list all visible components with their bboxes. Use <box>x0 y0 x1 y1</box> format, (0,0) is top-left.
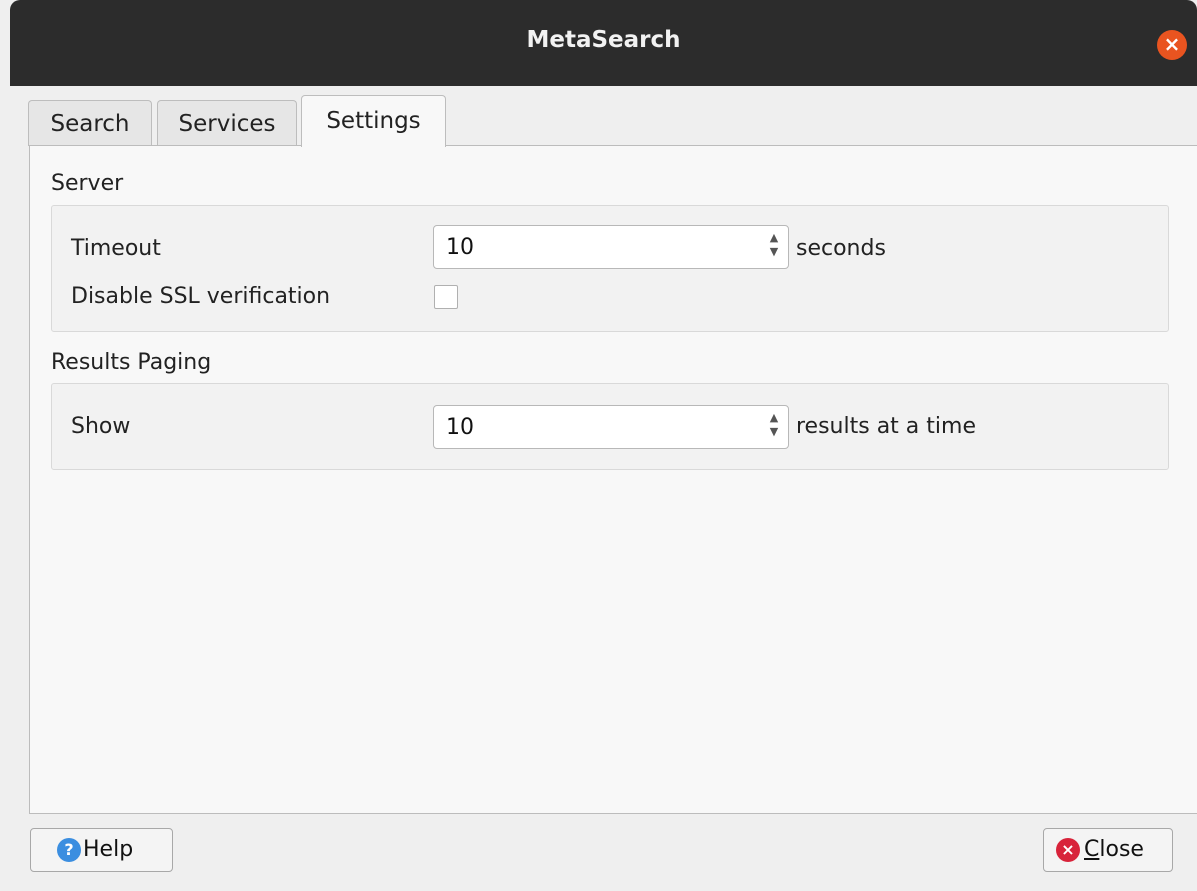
timeout-value[interactable]: 10 <box>446 235 474 260</box>
paging-group-title: Results Paging <box>51 350 212 375</box>
window-close-icon[interactable]: × <box>1157 30 1187 60</box>
dialog-body: Search Services Settings Server Timeout … <box>10 86 1197 891</box>
help-icon: ? <box>57 838 81 862</box>
timeout-suffix: seconds <box>796 236 886 261</box>
metasearch-window: MetaSearch × Search Services Settings Se… <box>0 0 1197 891</box>
server-groupbox: Timeout 10 ▲ ▼ seconds Disable SSL verifi… <box>51 205 1169 332</box>
show-spinbox[interactable]: 10 ▲ ▼ <box>433 405 789 449</box>
help-button[interactable]: ? Help <box>30 828 173 872</box>
tab-search[interactable]: Search <box>28 100 152 146</box>
titlebar: MetaSearch <box>10 0 1197 86</box>
spin-arrows-icon[interactable]: ▲ ▼ <box>766 411 782 443</box>
ssl-label: Disable SSL verification <box>71 284 331 309</box>
tab-services[interactable]: Services <box>157 100 297 146</box>
tab-settings[interactable]: Settings <box>301 95 446 147</box>
error-icon: × <box>1056 838 1080 862</box>
show-label: Show <box>71 414 131 439</box>
disable-ssl-checkbox[interactable] <box>434 285 458 309</box>
show-suffix: results at a time <box>796 414 976 439</box>
settings-panel: Server Timeout 10 ▲ ▼ seconds Disable SSL… <box>29 145 1197 814</box>
server-group-title: Server <box>51 171 124 196</box>
show-value[interactable]: 10 <box>446 415 474 440</box>
timeout-spinbox[interactable]: 10 ▲ ▼ <box>433 225 789 269</box>
timeout-label: Timeout <box>71 236 161 261</box>
spin-arrows-icon[interactable]: ▲ ▼ <box>766 231 782 263</box>
paging-groupbox: Show 10 ▲ ▼ results at a time <box>51 383 1169 470</box>
window-title: MetaSearch <box>526 27 681 53</box>
help-button-label: Help <box>83 837 134 862</box>
close-button[interactable]: × Close <box>1043 828 1173 872</box>
close-button-label: Close <box>1084 837 1144 862</box>
